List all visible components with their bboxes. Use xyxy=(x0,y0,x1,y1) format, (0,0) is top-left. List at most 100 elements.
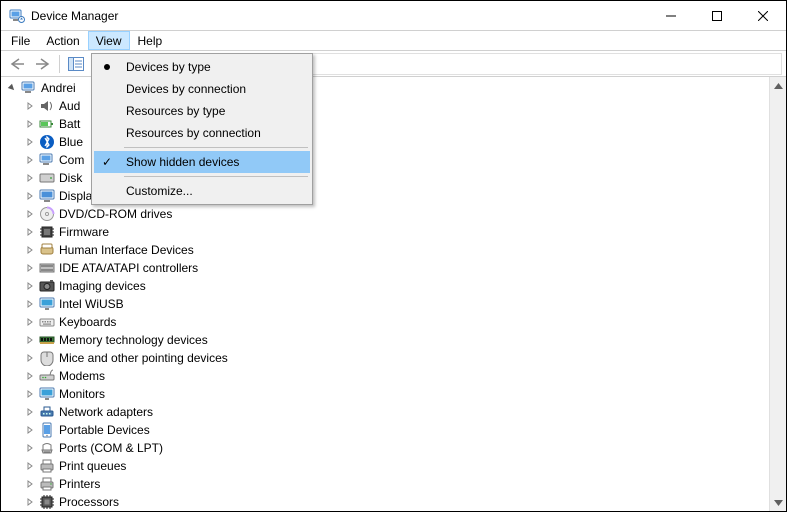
menu-devices-by-connection[interactable]: Devices by connection xyxy=(94,78,310,100)
menu-separator xyxy=(124,176,308,177)
tree-item-label: Disk xyxy=(57,171,84,185)
tree-row[interactable]: IDE ATA/ATAPI controllers xyxy=(23,259,769,277)
portable-icon xyxy=(39,422,55,438)
menu-customize[interactable]: Customize... xyxy=(94,180,310,202)
tree-item-label: Processors xyxy=(57,495,121,509)
tree-item-label: Com xyxy=(57,153,86,167)
tree-item-label: IDE ATA/ATAPI controllers xyxy=(57,261,200,275)
menu-action[interactable]: Action xyxy=(38,31,87,50)
scroll-down-icon[interactable] xyxy=(770,494,786,511)
expand-icon[interactable] xyxy=(23,153,37,167)
keyboard-icon xyxy=(39,314,55,330)
collapse-icon[interactable] xyxy=(5,81,19,95)
imaging-icon xyxy=(39,278,55,294)
expand-icon[interactable] xyxy=(23,423,37,437)
expand-icon[interactable] xyxy=(23,387,37,401)
menu-file[interactable]: File xyxy=(3,31,38,50)
menu-help[interactable]: Help xyxy=(130,31,171,50)
tree-row[interactable]: Human Interface Devices xyxy=(23,241,769,259)
forward-button[interactable] xyxy=(31,53,55,75)
expand-icon[interactable] xyxy=(23,225,37,239)
tree-row[interactable]: DVD/CD-ROM drives xyxy=(23,205,769,223)
tree-item-label: Mice and other pointing devices xyxy=(57,351,230,365)
menu-resources-by-connection[interactable]: Resources by connection xyxy=(94,122,310,144)
expand-icon[interactable] xyxy=(23,333,37,347)
tree-item-label: Imaging devices xyxy=(57,279,148,293)
device-manager-icon xyxy=(9,8,25,24)
tree-row[interactable]: Memory technology devices xyxy=(23,331,769,349)
show-hide-tree-button[interactable] xyxy=(64,53,88,75)
radio-mark-icon xyxy=(94,56,120,78)
expand-icon[interactable] xyxy=(23,477,37,491)
expand-icon[interactable] xyxy=(23,189,37,203)
expand-icon[interactable] xyxy=(23,207,37,221)
tree-item-label: Human Interface Devices xyxy=(57,243,196,257)
view-dropdown-menu: Devices by type Devices by connection Re… xyxy=(91,53,313,205)
tree-row[interactable]: Printers xyxy=(23,475,769,493)
tree-item-label: Print queues xyxy=(57,459,128,473)
tree-item-label: Blue xyxy=(57,135,85,149)
expand-icon[interactable] xyxy=(23,405,37,419)
menu-separator xyxy=(124,147,308,148)
tree-row[interactable]: Modems xyxy=(23,367,769,385)
tree-item-label: Printers xyxy=(57,477,102,491)
maximize-button[interactable] xyxy=(694,1,740,30)
expand-icon[interactable] xyxy=(23,369,37,383)
tree-row[interactable]: Firmware xyxy=(23,223,769,241)
minimize-button[interactable] xyxy=(648,1,694,30)
tree-item-label: Aud xyxy=(57,99,82,113)
tree-row[interactable]: Monitors xyxy=(23,385,769,403)
computer-icon xyxy=(21,80,37,96)
dvd-icon xyxy=(39,206,55,222)
tree-row[interactable]: Imaging devices xyxy=(23,277,769,295)
expand-icon[interactable] xyxy=(23,495,37,509)
back-button[interactable] xyxy=(5,53,29,75)
expand-icon[interactable] xyxy=(23,351,37,365)
menu-resources-by-type[interactable]: Resources by type xyxy=(94,100,310,122)
tree-row[interactable]: Keyboards xyxy=(23,313,769,331)
tree-item-label: Memory technology devices xyxy=(57,333,210,347)
tree-row[interactable]: Network adapters xyxy=(23,403,769,421)
scroll-up-icon[interactable] xyxy=(770,77,786,94)
menubar: File Action View Help xyxy=(1,31,786,51)
titlebar: Device Manager xyxy=(1,1,786,31)
modem-icon xyxy=(39,368,55,384)
tree-item-label: Monitors xyxy=(57,387,107,401)
expand-icon[interactable] xyxy=(23,441,37,455)
tree-item-label: Firmware xyxy=(57,225,111,239)
window-title: Device Manager xyxy=(31,9,118,23)
menu-devices-by-type[interactable]: Devices by type xyxy=(94,56,310,78)
expand-icon[interactable] xyxy=(23,261,37,275)
tree-item-label: Intel WiUSB xyxy=(57,297,126,311)
tree-row[interactable]: Processors xyxy=(23,493,769,511)
expand-icon[interactable] xyxy=(23,315,37,329)
expand-icon[interactable] xyxy=(23,99,37,113)
ide-icon xyxy=(39,260,55,276)
expand-icon[interactable] xyxy=(23,171,37,185)
menu-show-hidden-devices[interactable]: Show hidden devices xyxy=(94,151,310,173)
hid-icon xyxy=(39,242,55,258)
tree-item-label: DVD/CD-ROM drives xyxy=(57,207,174,221)
expand-icon[interactable] xyxy=(23,117,37,131)
window-controls xyxy=(648,1,786,30)
expand-icon[interactable] xyxy=(23,279,37,293)
expand-icon[interactable] xyxy=(23,459,37,473)
tree-row[interactable]: Mice and other pointing devices xyxy=(23,349,769,367)
tree-row[interactable]: Ports (COM & LPT) xyxy=(23,439,769,457)
monitor-icon xyxy=(39,386,55,402)
vertical-scrollbar[interactable] xyxy=(769,77,786,511)
tree-item-label: Ports (COM & LPT) xyxy=(57,441,165,455)
expand-icon[interactable] xyxy=(23,297,37,311)
tree-row[interactable]: Intel WiUSB xyxy=(23,295,769,313)
tree-row[interactable]: Portable Devices xyxy=(23,421,769,439)
menu-view[interactable]: View xyxy=(88,31,130,50)
display-icon xyxy=(39,188,55,204)
close-button[interactable] xyxy=(740,1,786,30)
battery-icon xyxy=(39,116,55,132)
bluetooth-icon xyxy=(39,134,55,150)
expand-icon[interactable] xyxy=(23,135,37,149)
network-icon xyxy=(39,404,55,420)
monitor-icon xyxy=(39,296,55,312)
tree-row[interactable]: Print queues xyxy=(23,457,769,475)
expand-icon[interactable] xyxy=(23,243,37,257)
